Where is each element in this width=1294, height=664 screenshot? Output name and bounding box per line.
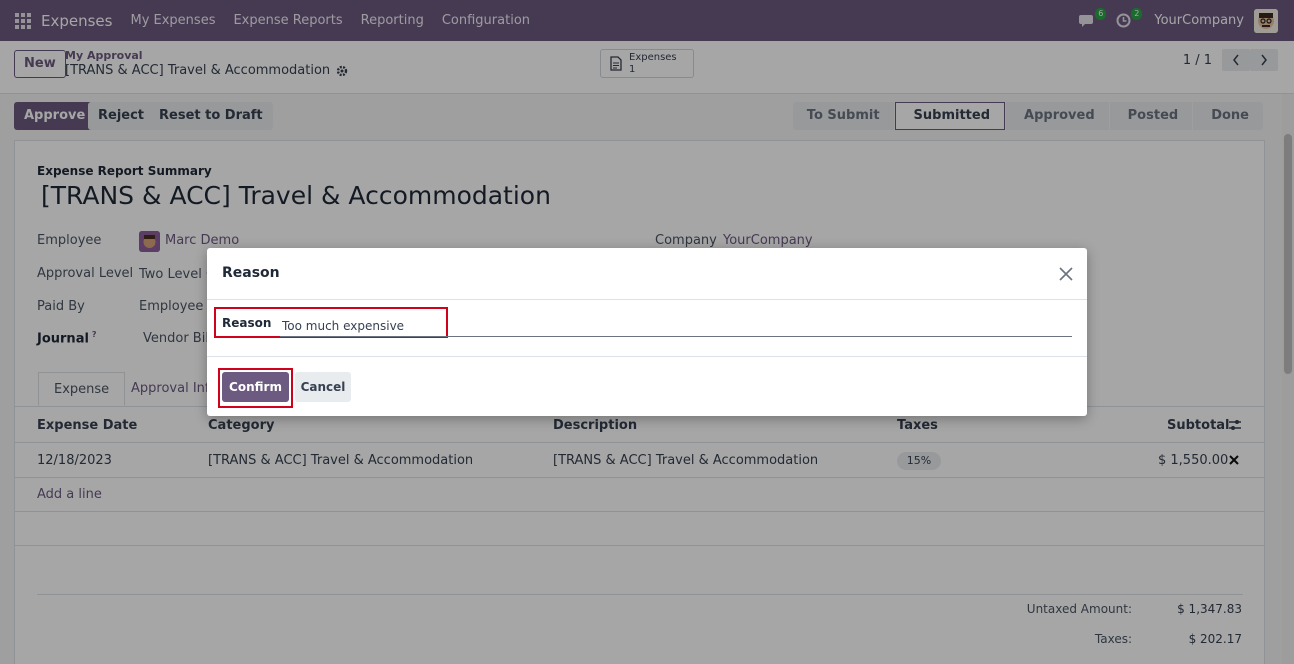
reason-label: Reason xyxy=(222,316,272,330)
reason-dialog: Reason Reason Confirm Cancel xyxy=(207,248,1087,416)
dialog-footer-divider xyxy=(207,356,1087,357)
dialog-header-divider xyxy=(207,299,1087,300)
confirm-button[interactable]: Confirm xyxy=(222,372,289,402)
reason-input[interactable] xyxy=(280,316,1072,337)
close-icon[interactable] xyxy=(1057,265,1075,283)
cancel-button[interactable]: Cancel xyxy=(295,372,351,402)
dialog-title: Reason xyxy=(222,265,280,281)
